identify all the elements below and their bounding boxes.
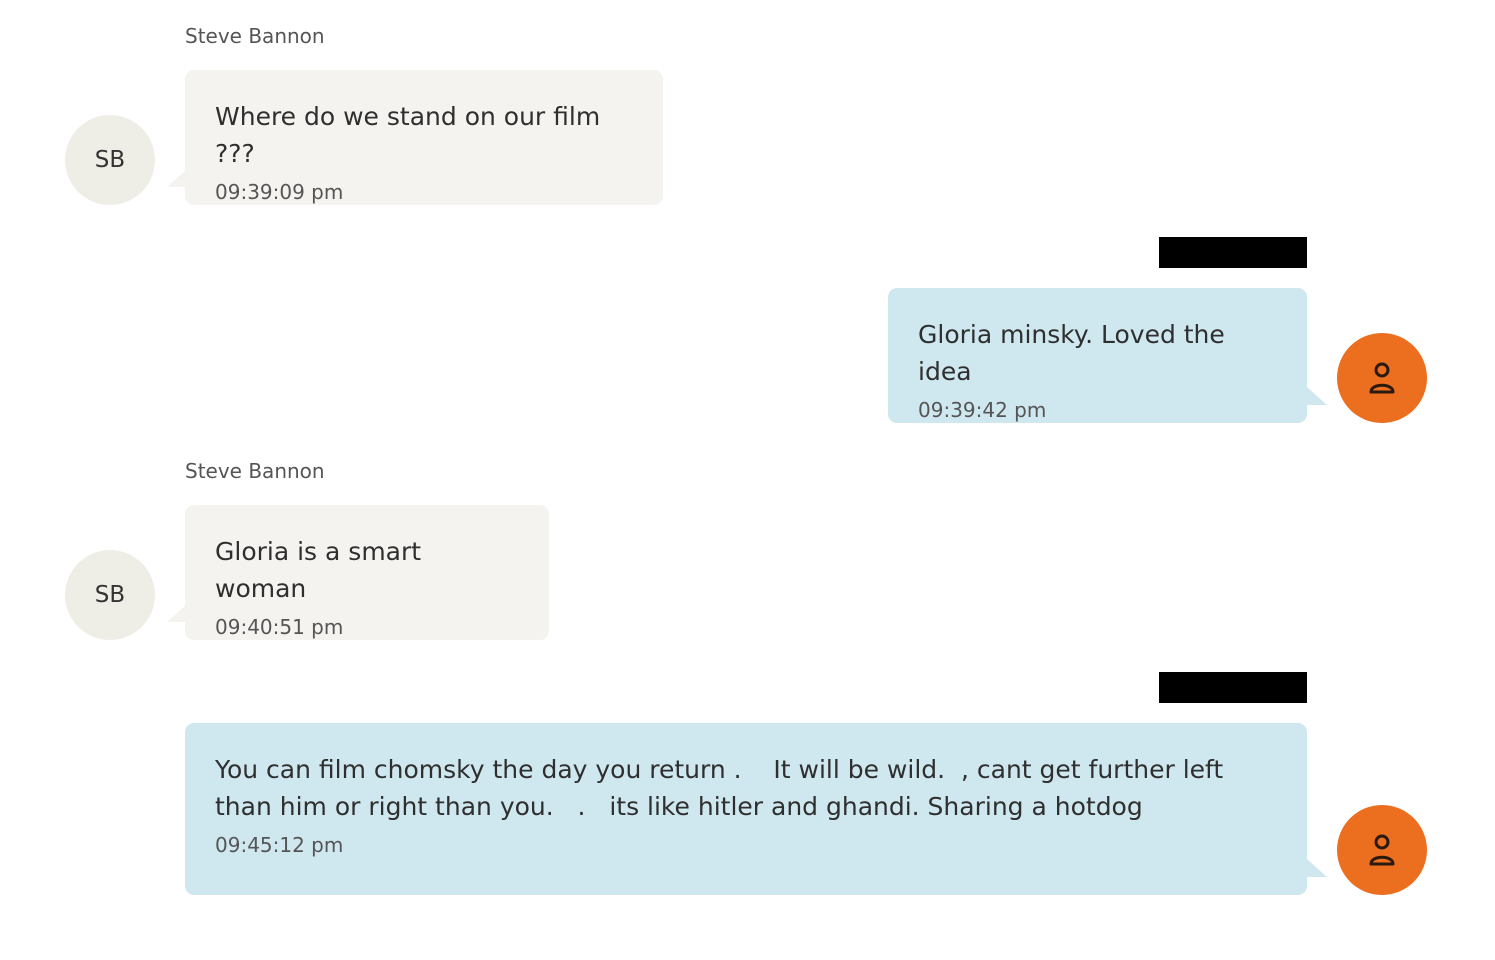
avatar: SB [65, 115, 155, 205]
message-bubble-incoming[interactable]: Where do we stand on our film ??? 09:39:… [167, 70, 663, 205]
message-text: Where do we stand on our film ??? [215, 102, 601, 168]
chat-transcript: Steve Bannon SB Where do we stand on our… [0, 0, 1495, 960]
message-timestamp: 09:45:12 pm [215, 833, 344, 857]
user-icon [1369, 834, 1395, 866]
message-text: Gloria minsky. Loved the idea [918, 320, 1225, 386]
message-timestamp: 09:39:42 pm [918, 398, 1047, 422]
sender-name: Steve Bannon [185, 459, 325, 483]
user-avatar [1337, 333, 1427, 423]
message-text: You can film chomsky the day you return … [215, 755, 1232, 821]
user-avatar [1337, 805, 1427, 895]
sender-name: Steve Bannon [185, 24, 325, 48]
message-timestamp: 09:40:51 pm [215, 615, 344, 639]
message-bubble-incoming[interactable]: Gloria is a smart woman 09:40:51 pm [167, 505, 549, 640]
message-bubble-outgoing[interactable]: Gloria minsky. Loved the idea 09:39:42 p… [888, 288, 1327, 423]
redacted-sender-name [1159, 237, 1307, 268]
redacted-sender-name [1159, 672, 1307, 703]
message-timestamp: 09:39:09 pm [215, 180, 344, 204]
message-bubble-outgoing[interactable]: You can film chomsky the day you return … [185, 723, 1327, 895]
message-text: Gloria is a smart woman [215, 537, 422, 603]
user-icon [1369, 362, 1395, 394]
avatar: SB [65, 550, 155, 640]
